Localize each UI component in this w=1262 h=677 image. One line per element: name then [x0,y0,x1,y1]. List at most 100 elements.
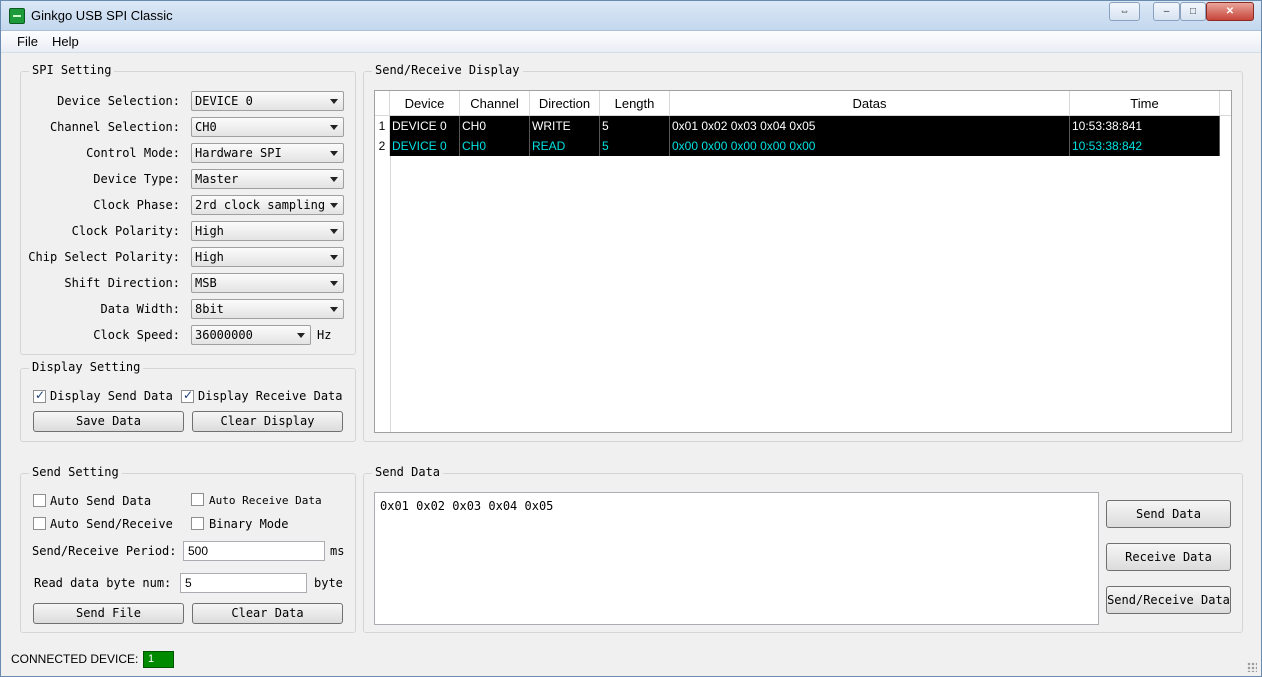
channel-selection-combo[interactable]: CH0 [191,117,344,137]
save-data-button[interactable]: Save Data [33,411,184,432]
table-cell[interactable]: WRITE [530,116,600,136]
control-mode-combo[interactable]: Hardware SPI [191,143,344,163]
display-setting-title: Display Setting [29,360,144,374]
data-width-label: Data Width: [100,302,180,316]
combo-value: High [195,224,224,238]
display-receive-label: Display Receive Data [198,389,343,403]
row-number: 2 [375,136,390,156]
close-button[interactable]: ✕ [1206,2,1254,21]
clock-speed-label: Clock Speed: [93,328,180,342]
send-data-title: Send Data [372,465,444,479]
auto-receive-label: Auto Receive Data [209,494,322,507]
menu-file[interactable]: File [17,34,38,49]
spi-setting-title: SPI Setting [29,63,115,77]
channel-selection-label: Channel Selection: [49,120,180,134]
table-cell[interactable]: READ [530,136,600,156]
window-title: Ginkgo USB SPI Classic [31,8,173,23]
chevron-down-icon [297,333,305,338]
read-byte-input[interactable] [180,573,307,593]
display-send-label: Display Send Data [50,389,173,403]
column-header[interactable]: Direction [530,91,600,116]
chevron-down-icon [330,151,338,156]
chevron-down-icon [330,125,338,130]
display-setting-group: Display Setting Display Send Data Displa… [20,360,356,442]
send-file-button[interactable]: Send File [33,603,184,624]
send-receive-data-button[interactable]: Send/Receive Data [1106,586,1231,614]
data-width-combo[interactable]: 8bit [191,299,344,319]
auto-receive-checkbox[interactable] [191,493,204,506]
table-cell[interactable]: 5 [600,136,670,156]
maximize-button[interactable]: □ [1180,2,1206,21]
chevron-down-icon [330,229,338,234]
display-receive-checkbox[interactable] [181,388,194,403]
clock-phase-combo[interactable]: 2rd clock sampling [191,195,344,215]
table-cell[interactable]: DEVICE 0 [390,136,460,156]
combo-value: High [195,250,224,264]
read-byte-label: Read data byte num: [34,576,172,590]
table-cell[interactable]: DEVICE 0 [390,116,460,136]
device-selection-combo[interactable]: DEVICE 0 [191,91,344,111]
app-window: Ginkgo USB SPI Classic ⇔ – □ ✕ File Help… [0,0,1262,677]
receive-data-button[interactable]: Receive Data [1106,543,1231,571]
table-cell[interactable]: 0x01 0x02 0x03 0x04 0x05 [670,116,1070,136]
spi-setting-group: SPI Setting Device Selection: DEVICE 0 C… [20,63,356,355]
restore-arrows-button[interactable]: ⇔ [1109,2,1140,21]
resize-grip-icon[interactable] [1247,662,1257,672]
chip-select-polarity-label: Chip Select Polarity: [28,250,180,264]
clear-data-button[interactable]: Clear Data [192,603,343,624]
column-header[interactable]: Time [1070,91,1220,116]
table-cell[interactable]: CH0 [460,116,530,136]
clear-display-button[interactable]: Clear Display [192,411,343,432]
device-selection-label: Device Selection: [57,94,180,108]
combo-value: Hardware SPI [195,146,282,160]
data-table[interactable]: Device Channel Direction Length Datas Ti… [374,90,1232,433]
menu-help[interactable]: Help [52,34,79,49]
auto-send-checkbox[interactable] [33,494,46,507]
combo-value: DEVICE 0 [195,94,253,108]
period-label: Send/Receive Period: [32,544,177,558]
column-header[interactable]: Device [390,91,460,116]
connected-device-label: CONNECTED DEVICE: [11,652,139,666]
clock-polarity-combo[interactable]: High [191,221,344,241]
minimize-button[interactable]: – [1153,2,1180,21]
table-cell[interactable]: 10:53:38:841 [1070,116,1220,136]
combo-value: 2rd clock sampling [195,198,326,212]
row-number: 1 [375,116,390,136]
table-cell[interactable]: 0x00 0x00 0x00 0x00 0x00 [670,136,1070,156]
period-unit: ms [330,544,345,558]
chevron-down-icon [330,281,338,286]
column-header[interactable]: Datas [670,91,1070,116]
combo-value: CH0 [195,120,217,134]
shift-direction-combo[interactable]: MSB [191,273,344,293]
chevron-down-icon [330,203,338,208]
table-cell[interactable]: CH0 [460,136,530,156]
column-header[interactable]: Channel [460,91,530,116]
table-cell[interactable]: 10:53:38:842 [1070,136,1220,156]
shift-direction-label: Shift Direction: [64,276,180,290]
device-type-combo[interactable]: Master [191,169,344,189]
title-bar: Ginkgo USB SPI Classic ⇔ – □ ✕ [1,1,1261,31]
table-corner [375,91,390,116]
menu-bar: File Help [1,31,1261,53]
display-panel-title: Send/Receive Display [372,63,523,77]
app-icon [9,8,25,24]
clock-speed-combo[interactable]: 36000000 [191,325,311,345]
display-send-checkbox[interactable] [33,388,46,403]
connected-device-count: 1 [143,651,174,668]
chevron-down-icon [330,307,338,312]
combo-value: 8bit [195,302,224,316]
period-input[interactable] [183,541,325,561]
binary-mode-checkbox[interactable] [191,517,204,530]
auto-send-receive-label: Auto Send/Receive [50,517,173,531]
clock-polarity-label: Clock Polarity: [71,224,180,238]
read-byte-unit: byte [314,576,343,590]
table-cell[interactable]: 5 [600,116,670,136]
send-data-button[interactable]: Send Data [1106,500,1231,528]
chevron-down-icon [330,99,338,104]
header-filler [1220,91,1231,116]
chip-select-polarity-combo[interactable]: High [191,247,344,267]
chevron-down-icon [330,255,338,260]
auto-send-receive-checkbox[interactable] [33,517,46,530]
column-header[interactable]: Length [600,91,670,116]
send-data-textarea[interactable]: 0x01 0x02 0x03 0x04 0x05 [374,492,1099,625]
